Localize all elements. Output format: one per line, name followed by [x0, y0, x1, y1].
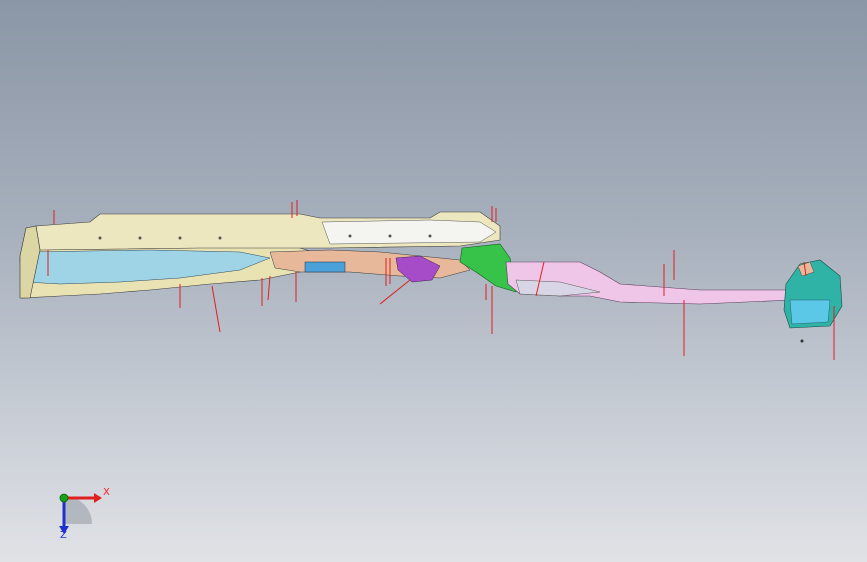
roof-rail-white-section[interactable]: [321, 219, 497, 245]
x-axis-label: X: [103, 487, 110, 498]
assembly-model[interactable]: [0, 0, 867, 562]
rear-teal-bracket-detail: [789, 299, 831, 325]
z-axis-label: Z: [60, 530, 67, 541]
mid-peach-section[interactable]: [269, 249, 471, 279]
mid-blue-blocks[interactable]: [304, 261, 346, 273]
rear-marker-dot: [800, 339, 804, 343]
orientation-triad[interactable]: X Y Z: [44, 478, 114, 548]
cad-viewport[interactable]: X Y Z: [0, 0, 867, 562]
